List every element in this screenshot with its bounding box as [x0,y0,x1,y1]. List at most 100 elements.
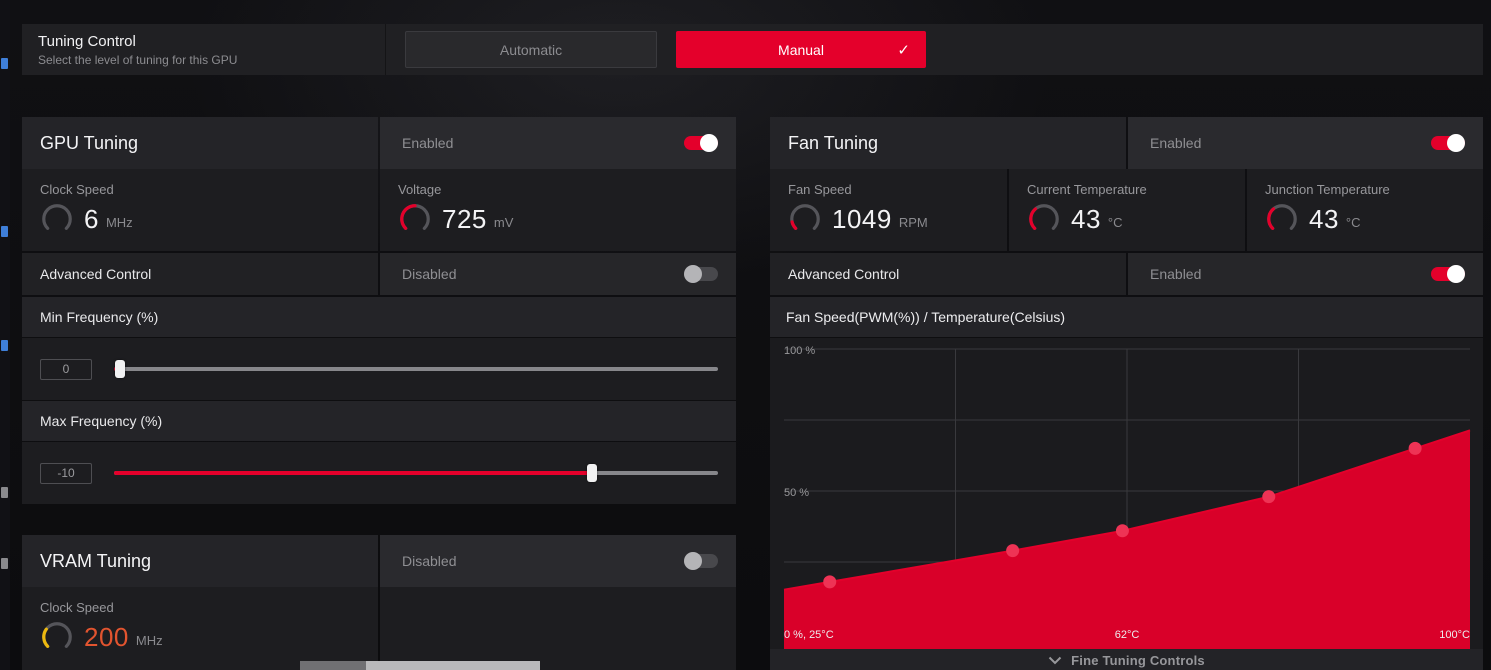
min-frequency-slider-handle[interactable] [115,360,125,378]
clock-speed-gauge-icon [40,202,74,236]
slider-fill [114,471,592,475]
voltage-gauge-icon [398,202,432,236]
manual-button[interactable]: Manual ✓ [676,31,926,68]
junction-temperature-unit: °C [1346,215,1361,230]
fan-tuning-column: Fan Tuning Enabled Fan Speed 1049 RPM [770,117,1483,670]
gpu-advanced-status: Disabled [402,266,456,282]
automatic-button[interactable]: Automatic [405,31,657,68]
radeon-tuning-screen: Tuning Control Select the level of tunin… [0,0,1491,670]
chevron-down-icon [1048,656,1062,665]
toggle-knob [700,134,718,152]
fan-advanced-label-cell: Advanced Control [770,253,1126,295]
fan-tuning-status: Enabled [1150,135,1201,151]
fan-advanced-status-cell: Enabled [1128,253,1483,295]
vram-tuning-header-row: VRAM Tuning Disabled [22,535,736,587]
tuning-mode-buttons: Automatic Manual ✓ [386,31,926,68]
gpu-tuning-header: GPU Tuning [22,117,378,169]
max-frequency-slider-handle[interactable] [587,464,597,482]
fan-advanced-status: Enabled [1150,266,1201,282]
max-frequency-label-row: Max Frequency (%) [22,401,736,441]
current-temperature-value: 43 [1071,204,1101,235]
tuning-control-panel: Tuning Control Select the level of tunin… [22,24,1483,75]
current-temperature-gauge-icon [1027,202,1061,236]
current-temperature-label: Current Temperature [1027,182,1227,197]
min-frequency-label-cell: Min Frequency (%) [22,297,736,337]
max-frequency-label: Max Frequency (%) [40,413,162,429]
gpu-stats-row: Clock Speed 6 MHz Voltage 725 [22,169,736,251]
check-icon: ✓ [897,41,910,59]
fan-speed-unit: RPM [899,215,928,230]
fan-tuning-toggle[interactable] [1431,136,1465,150]
clock-speed-label: Clock Speed [40,182,360,197]
voltage-label: Voltage [398,182,718,197]
gpu-tuning-toggle[interactable] [684,136,718,150]
background-taskbar-fragment [300,661,366,670]
fan-chart-header-row: Fan Speed(PWM(%)) / Temperature(Celsius) [770,297,1483,337]
vram-tuning-toggle[interactable] [684,554,718,568]
tuning-control-subtitle: Select the level of tuning for this GPU [38,53,385,67]
junction-temperature-gauge-icon [1265,202,1299,236]
current-temperature-stat: Current Temperature 43 °C [1009,169,1245,251]
max-frequency-value[interactable]: -10 [40,463,92,484]
gpu-advanced-row: Advanced Control Disabled [22,253,736,295]
gpu-tuning-title: GPU Tuning [40,133,138,154]
tuning-control-title: Tuning Control [38,33,385,50]
vram-clock-speed-label: Clock Speed [40,600,360,615]
vram-clock-speed-stat: Clock Speed 200 MHz [22,587,378,670]
clock-speed-value: 6 [84,204,99,235]
gpu-tuning-status: Enabled [402,135,453,151]
fan-speed-stat: Fan Speed 1049 RPM [770,169,1007,251]
gpu-advanced-toggle[interactable] [684,267,718,281]
background-fragment [1,340,8,351]
vram-tuning-header: VRAM Tuning [22,535,378,587]
fan-stats-row: Fan Speed 1049 RPM Current Temperature [770,169,1483,251]
background-fragment [1,487,8,498]
min-frequency-label-row: Min Frequency (%) [22,297,736,337]
fine-tuning-controls-button[interactable]: Fine Tuning Controls [770,649,1483,670]
toggle-knob [1447,265,1465,283]
fan-speed-value: 1049 [832,204,892,235]
svg-text:100°C: 100°C [1439,629,1470,641]
toggle-knob [1447,134,1465,152]
min-frequency-label: Min Frequency (%) [40,309,158,325]
background-taskbar-fragment [366,661,540,670]
fan-chart-title: Fan Speed(PWM(%)) / Temperature(Celsius) [770,297,1483,337]
fan-advanced-label: Advanced Control [788,266,899,282]
max-frequency-slider-row: -10 [22,442,736,504]
fan-speed-gauge-icon [788,202,822,236]
tuning-control-header: Tuning Control Select the level of tunin… [22,33,385,67]
svg-text:0 %, 25°C: 0 %, 25°C [784,629,834,641]
slider-track[interactable] [114,367,718,371]
background-fragment [1,226,8,237]
fan-tuning-title: Fan Tuning [788,133,878,154]
background-fragment [1,58,8,69]
fine-tuning-controls-label: Fine Tuning Controls [1071,653,1205,668]
fan-curve-svg[interactable]: 100 %50 %0 %, 25°C62°C100°C [770,338,1483,649]
vram-tuning-status-cell: Disabled [380,535,736,587]
min-frequency-slider[interactable] [114,360,718,378]
toggle-knob [684,552,702,570]
fan-curve-chart[interactable]: 100 %50 %0 %, 25°C62°C100°C [770,338,1483,649]
current-temperature-unit: °C [1108,215,1123,230]
toggle-knob [684,265,702,283]
junction-temperature-stat: Junction Temperature 43 °C [1247,169,1483,251]
vram-tuning-title: VRAM Tuning [40,551,151,572]
min-frequency-slider-row: 0 [22,338,736,400]
fan-tuning-status-cell: Enabled [1128,117,1483,169]
clock-speed-unit: MHz [106,215,133,230]
gpu-clock-speed-stat: Clock Speed 6 MHz [22,169,378,251]
max-frequency-slider[interactable] [114,464,718,482]
fan-advanced-row: Advanced Control Enabled [770,253,1483,295]
vram-clock-speed-unit: MHz [136,633,163,648]
gpu-advanced-label-cell: Advanced Control [22,253,378,295]
voltage-unit: mV [494,215,514,230]
gpu-tuning-header-row: GPU Tuning Enabled [22,117,736,169]
fan-tuning-header: Fan Tuning [770,117,1126,169]
min-frequency-value[interactable]: 0 [40,359,92,380]
fan-tuning-header-row: Fan Tuning Enabled [770,117,1483,169]
min-frequency-control: 0 [22,338,736,400]
fan-advanced-toggle[interactable] [1431,267,1465,281]
manual-button-label: Manual [778,42,824,58]
fan-speed-label: Fan Speed [788,182,989,197]
gpu-vram-column: GPU Tuning Enabled Clock Speed 6 MHz [22,117,736,670]
